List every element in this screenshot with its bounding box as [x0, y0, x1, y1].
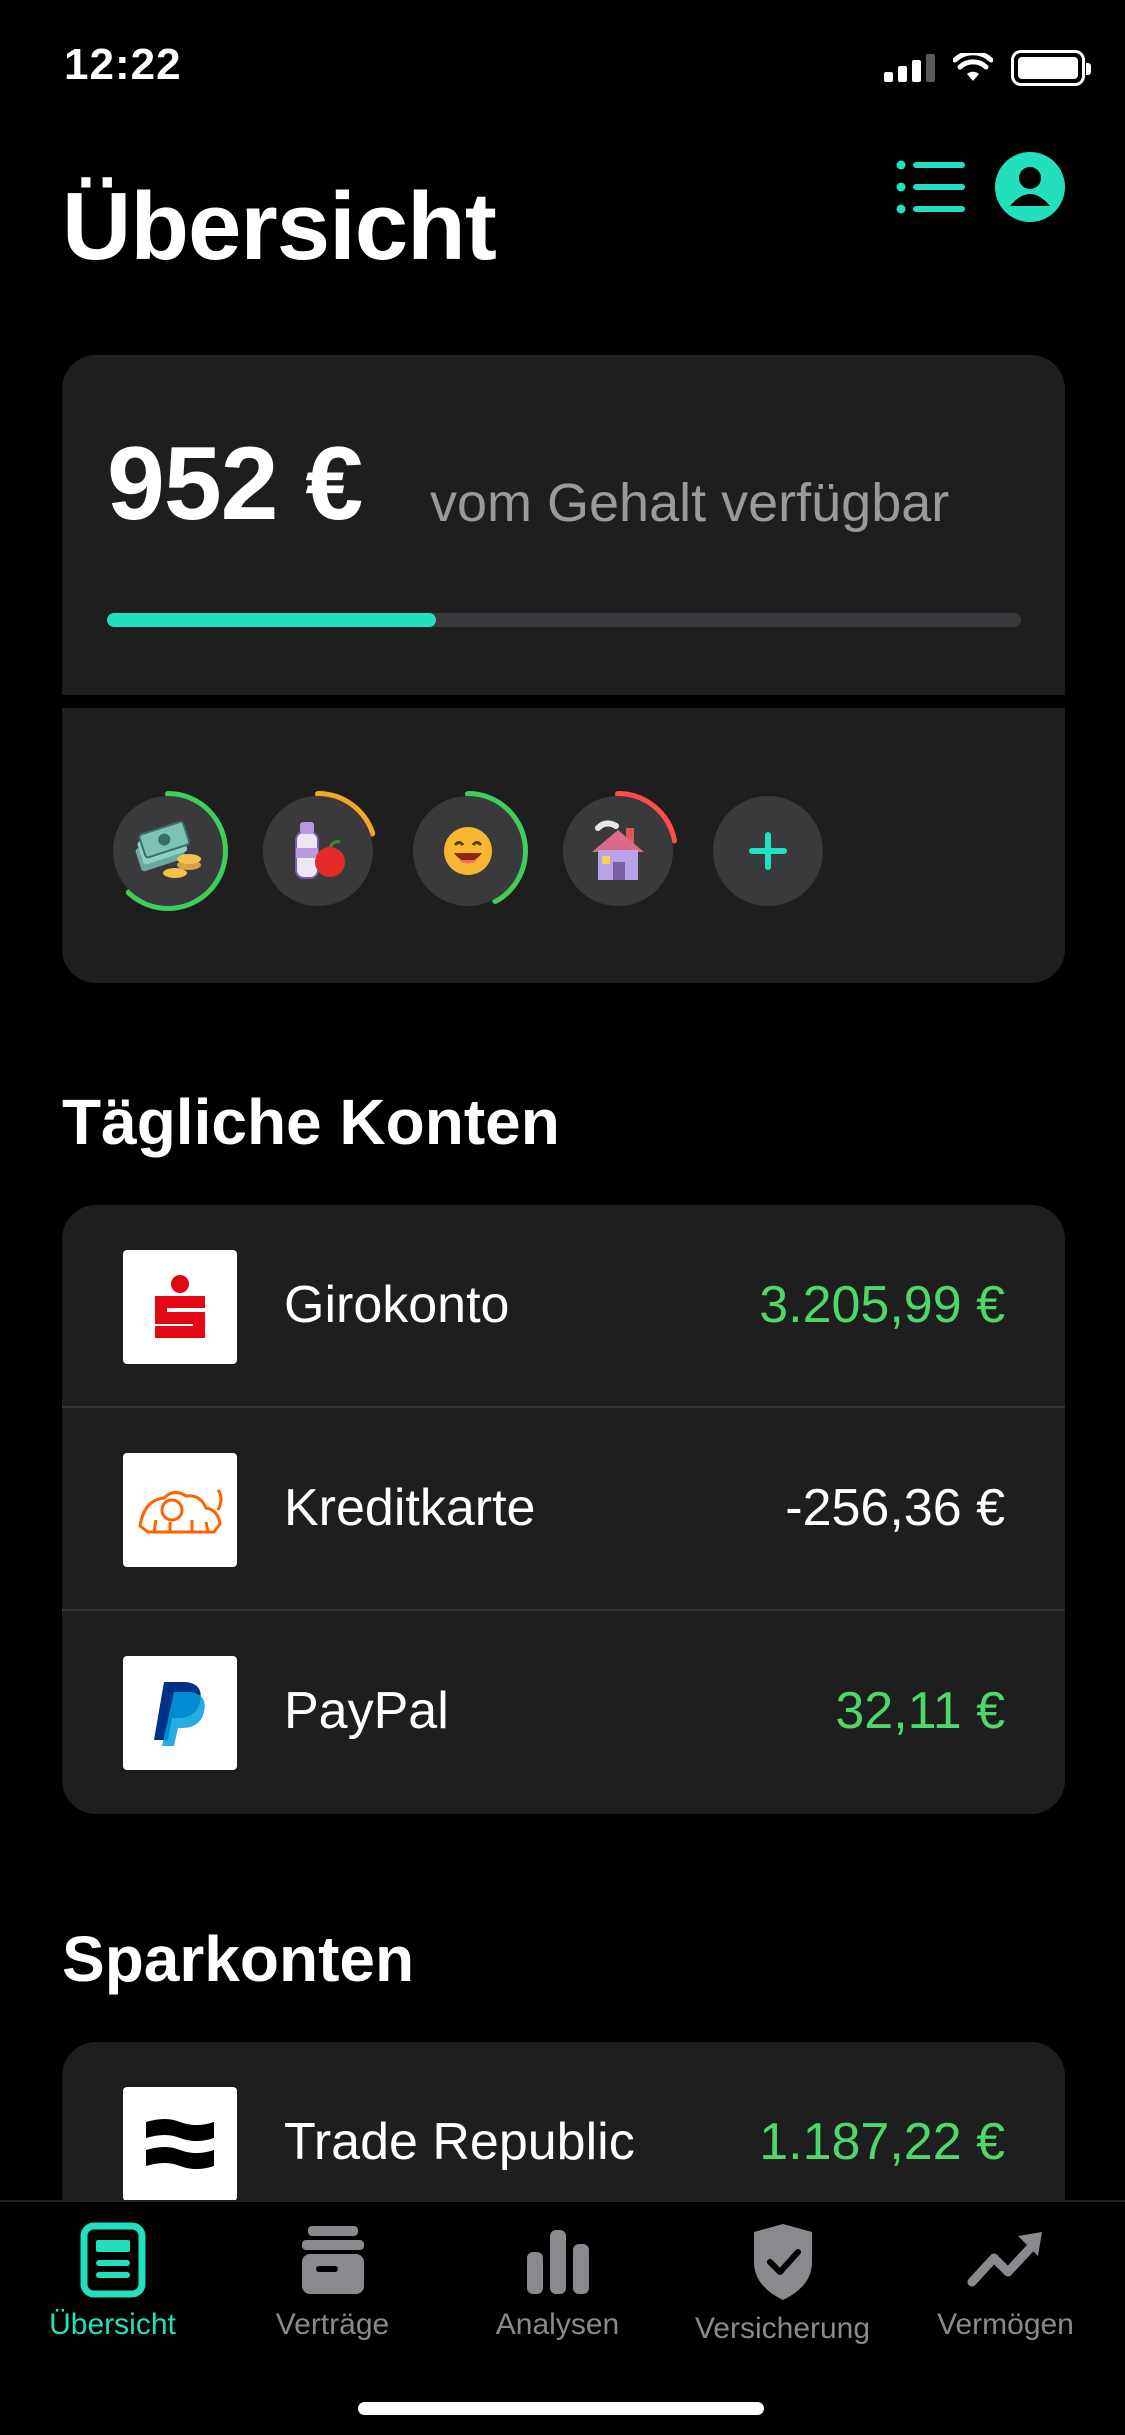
tab-label: Verträge: [275, 2308, 390, 2341]
daily-accounts-list: Girokonto 3.205,99 € Kreditkarte -256,36…: [62, 1205, 1065, 1814]
account-row-paypal[interactable]: PayPal 32,11 €: [62, 1611, 1065, 1814]
trade-republic-logo-icon: [123, 2087, 237, 2201]
account-balance: 32,11 €: [835, 1682, 1005, 1740]
salary-progress-fill: [107, 613, 437, 627]
account-name: Kreditkarte: [284, 1479, 536, 1537]
add-budget-button[interactable]: [707, 790, 829, 912]
salary-available-amount: 952 €: [107, 426, 363, 542]
tab-assets[interactable]: Vermögen: [893, 2222, 1118, 2352]
wifi-icon: [953, 53, 993, 81]
money-stack-icon: [135, 821, 201, 878]
groceries-icon: [295, 822, 345, 879]
header-actions: [895, 152, 1065, 222]
paypal-logo-icon: [123, 1656, 237, 1770]
budgets-card: [62, 708, 1065, 983]
salary-card[interactable]: 952 € vom Gehalt verfügbar: [62, 355, 1065, 695]
status-icons: [884, 50, 1091, 86]
overview-icon: [80, 2222, 145, 2298]
shield-check-icon: [753, 2224, 812, 2300]
daily-accounts-title: Tägliche Konten: [62, 1086, 560, 1158]
ing-lion-logo-icon: [123, 1453, 237, 1567]
budget-money[interactable]: [107, 790, 229, 912]
smiley-icon: [444, 827, 492, 875]
budget-housing[interactable]: [557, 790, 679, 912]
account-name: Trade Republic: [284, 2113, 635, 2171]
savings-accounts-title: Sparkonten: [62, 1923, 415, 1995]
account-balance: -256,36 €: [785, 1479, 1005, 1537]
plus-icon: [749, 832, 787, 870]
profile-icon[interactable]: [995, 152, 1065, 222]
contracts-icon: [301, 2226, 364, 2294]
tab-label: Vermögen: [937, 2308, 1074, 2341]
salary-available-label: vom Gehalt verfügbar: [430, 473, 950, 533]
account-balance: 3.205,99 €: [759, 1276, 1005, 1334]
page-title: Übersicht: [62, 173, 497, 280]
sparkasse-logo-icon: [123, 1250, 237, 1364]
tab-analyses[interactable]: Analysen: [445, 2222, 670, 2352]
bar-chart-icon: [526, 2230, 589, 2294]
budget-groceries[interactable]: [257, 790, 379, 912]
trend-up-icon: [967, 2232, 1042, 2287]
list-menu-icon[interactable]: [895, 159, 967, 215]
tab-label: Analysen: [495, 2308, 620, 2341]
house-icon: [592, 820, 644, 880]
tab-contracts[interactable]: Verträge: [220, 2222, 445, 2352]
status-bar: 12:22: [0, 0, 1125, 140]
tab-bar: Übersicht Verträge Analysen Versicherung…: [0, 2200, 1125, 2435]
cellular-signal-icon: [884, 54, 935, 82]
salary-progress-bar: [107, 613, 1021, 627]
account-row-girokonto[interactable]: Girokonto 3.205,99 €: [62, 1205, 1065, 1408]
tab-label: Versicherung: [694, 2312, 871, 2345]
account-name: Girokonto: [284, 1276, 510, 1334]
account-name: PayPal: [284, 1682, 449, 1740]
tab-overview[interactable]: Übersicht: [0, 2222, 225, 2352]
home-indicator: [358, 2402, 764, 2415]
account-balance: 1.187,22 €: [759, 2113, 1005, 2171]
battery-icon: [1011, 50, 1091, 86]
account-row-kreditkarte[interactable]: Kreditkarte -256,36 €: [62, 1408, 1065, 1611]
status-time: 12:22: [64, 40, 182, 89]
tab-insurance[interactable]: Versicherung: [670, 2222, 895, 2352]
budget-leisure[interactable]: [407, 790, 529, 912]
tab-label: Übersicht: [49, 2308, 176, 2341]
